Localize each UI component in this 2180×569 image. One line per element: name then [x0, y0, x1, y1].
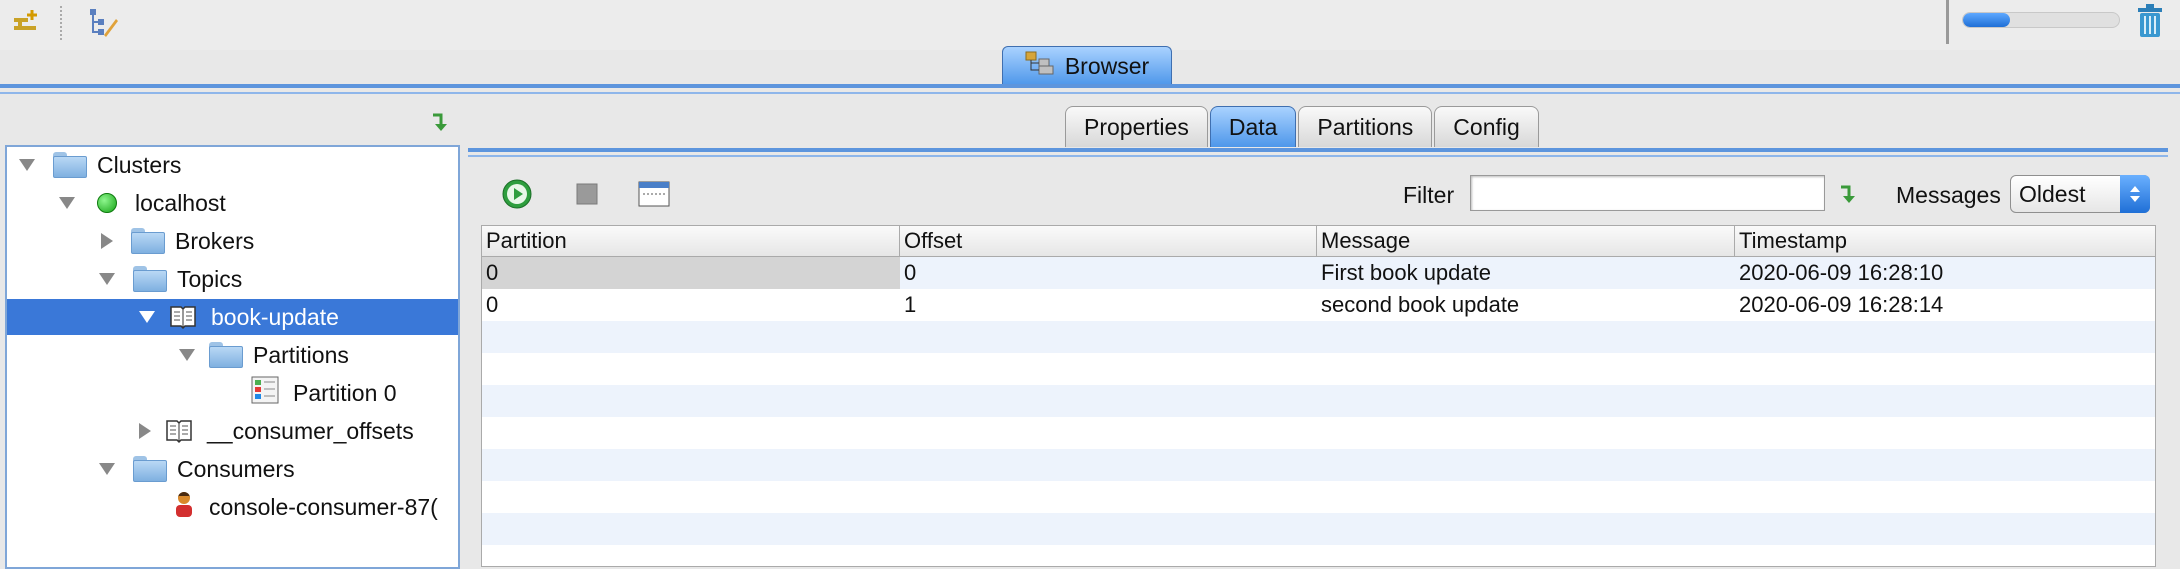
browser-tab[interactable]: Browser	[1002, 46, 1172, 85]
table-header: Partition Offset Message Timestamp	[482, 226, 2155, 257]
detail-tabs: Properties Data Partitions Config	[1065, 106, 1541, 148]
tab-label: Partitions	[1317, 113, 1414, 140]
table-row[interactable]: 0 1 second book update 2020-06-09 16:28:…	[482, 289, 2155, 321]
progress-fill	[1963, 13, 2010, 27]
table-row[interactable]: 0 0 First book update 2020-06-09 16:28:1…	[482, 257, 2155, 289]
edit-tree-icon[interactable]	[86, 6, 120, 40]
connected-status-icon	[97, 193, 117, 213]
browser-tab-label: Browser	[1064, 52, 1150, 79]
cell-offset[interactable]: 1	[900, 289, 1317, 321]
add-cluster-icon[interactable]	[10, 6, 44, 40]
expand-icon[interactable]	[59, 197, 75, 209]
tab-label: Properties	[1084, 113, 1189, 140]
apply-filter-icon[interactable]	[1838, 184, 1860, 211]
row-stripe	[482, 513, 2155, 545]
main-toolbar	[0, 0, 2180, 50]
column-header-offset[interactable]: Offset	[900, 226, 1317, 256]
cell-message[interactable]: second book update	[1317, 289, 1735, 321]
progress-bar	[1962, 12, 2120, 28]
tree-node-consumer-offsets[interactable]: __consumer_offsets	[139, 413, 414, 449]
consumer-person-icon	[173, 490, 195, 524]
cell-timestamp[interactable]: 2020-06-09 16:28:14	[1735, 289, 2155, 321]
tree-node-consumers[interactable]: Consumers	[99, 451, 295, 487]
tab-underline	[0, 84, 2180, 88]
tree-node-book-update[interactable]: book-update	[7, 299, 458, 335]
tree-label: Partitions	[253, 341, 349, 368]
messages-table: Partition Offset Message Timestamp 0 0 F…	[481, 225, 2156, 567]
cell-message[interactable]: First book update	[1317, 257, 1735, 289]
folder-icon	[133, 266, 167, 292]
tab-label: Data	[1228, 113, 1278, 140]
tree-label: Clusters	[97, 151, 182, 178]
messages-select[interactable]: Oldest	[2010, 175, 2150, 213]
tab-properties[interactable]: Properties	[1065, 106, 1208, 147]
messages-select-value: Oldest	[2019, 180, 2086, 207]
tree-node-topics[interactable]: Topics	[99, 261, 242, 297]
tree-node-brokers[interactable]: Brokers	[101, 223, 254, 259]
trash-icon[interactable]	[2136, 4, 2168, 40]
browser-icon	[1025, 51, 1055, 81]
refresh-tree-icon[interactable]	[430, 112, 452, 139]
tree-label: Topics	[177, 265, 243, 292]
folder-icon	[133, 456, 167, 482]
chevron-updown-icon[interactable]	[2120, 175, 2150, 213]
message-view-icon[interactable]	[637, 177, 671, 211]
messages-label: Messages	[1896, 182, 2001, 208]
column-header-timestamp[interactable]: Timestamp	[1735, 226, 2155, 256]
tree-label: Brokers	[175, 227, 255, 254]
tree-label: Partition 0	[293, 379, 397, 406]
tab-config[interactable]: Config	[1434, 106, 1539, 147]
tab-partitions[interactable]: Partitions	[1298, 106, 1433, 147]
tree-label: console-consumer-87(	[209, 493, 438, 520]
expand-icon[interactable]	[179, 349, 195, 361]
folder-icon	[131, 228, 165, 254]
tabs-underline-2	[468, 155, 2168, 157]
tab-data[interactable]: Data	[1209, 106, 1297, 147]
filter-label: Filter	[1403, 182, 1455, 208]
folder-icon	[209, 342, 243, 368]
expand-icon[interactable]	[99, 273, 115, 285]
partition-icon	[251, 376, 279, 410]
tree-label: __consumer_offsets	[207, 417, 414, 444]
column-header-message[interactable]: Message	[1317, 226, 1735, 256]
toolbar-divider	[1946, 0, 1949, 44]
row-stripe	[482, 385, 2155, 417]
cell-partition[interactable]: 0	[482, 257, 900, 289]
tree-node-clusters[interactable]: Clusters	[19, 147, 181, 183]
cluster-tree: Clusters localhost Brokers Topics book-u…	[5, 145, 460, 569]
tree-label: localhost	[135, 189, 226, 216]
column-header-partition[interactable]: Partition	[482, 226, 900, 256]
tree-node-partition-0[interactable]: Partition 0	[251, 375, 397, 411]
expand-icon[interactable]	[19, 159, 35, 171]
tree-node-console-consumer[interactable]: console-consumer-87(	[173, 489, 438, 525]
play-icon[interactable]	[500, 177, 534, 211]
expand-icon[interactable]	[139, 311, 155, 323]
tree-node-localhost[interactable]: localhost	[59, 185, 226, 221]
collapse-icon[interactable]	[139, 423, 151, 439]
topic-book-icon	[165, 418, 193, 444]
tree-node-partitions[interactable]: Partitions	[179, 337, 349, 373]
cell-partition[interactable]: 0	[482, 289, 900, 321]
topic-book-icon	[169, 304, 197, 330]
tree-label: Consumers	[177, 455, 295, 482]
cell-timestamp[interactable]: 2020-06-09 16:28:10	[1735, 257, 2155, 289]
tab-label: Config	[1453, 113, 1520, 140]
tabs-underline	[468, 148, 2168, 152]
row-stripe	[482, 449, 2155, 481]
collapse-icon[interactable]	[101, 233, 113, 249]
expand-icon[interactable]	[99, 463, 115, 475]
tab-underline-2	[0, 92, 2180, 94]
stop-icon[interactable]	[570, 177, 604, 211]
cell-offset[interactable]: 0	[900, 257, 1317, 289]
folder-icon	[53, 152, 87, 178]
toolbar-separator	[60, 6, 62, 40]
row-stripe	[482, 321, 2155, 353]
filter-input[interactable]	[1470, 175, 1825, 211]
tree-label: book-update	[211, 303, 339, 330]
